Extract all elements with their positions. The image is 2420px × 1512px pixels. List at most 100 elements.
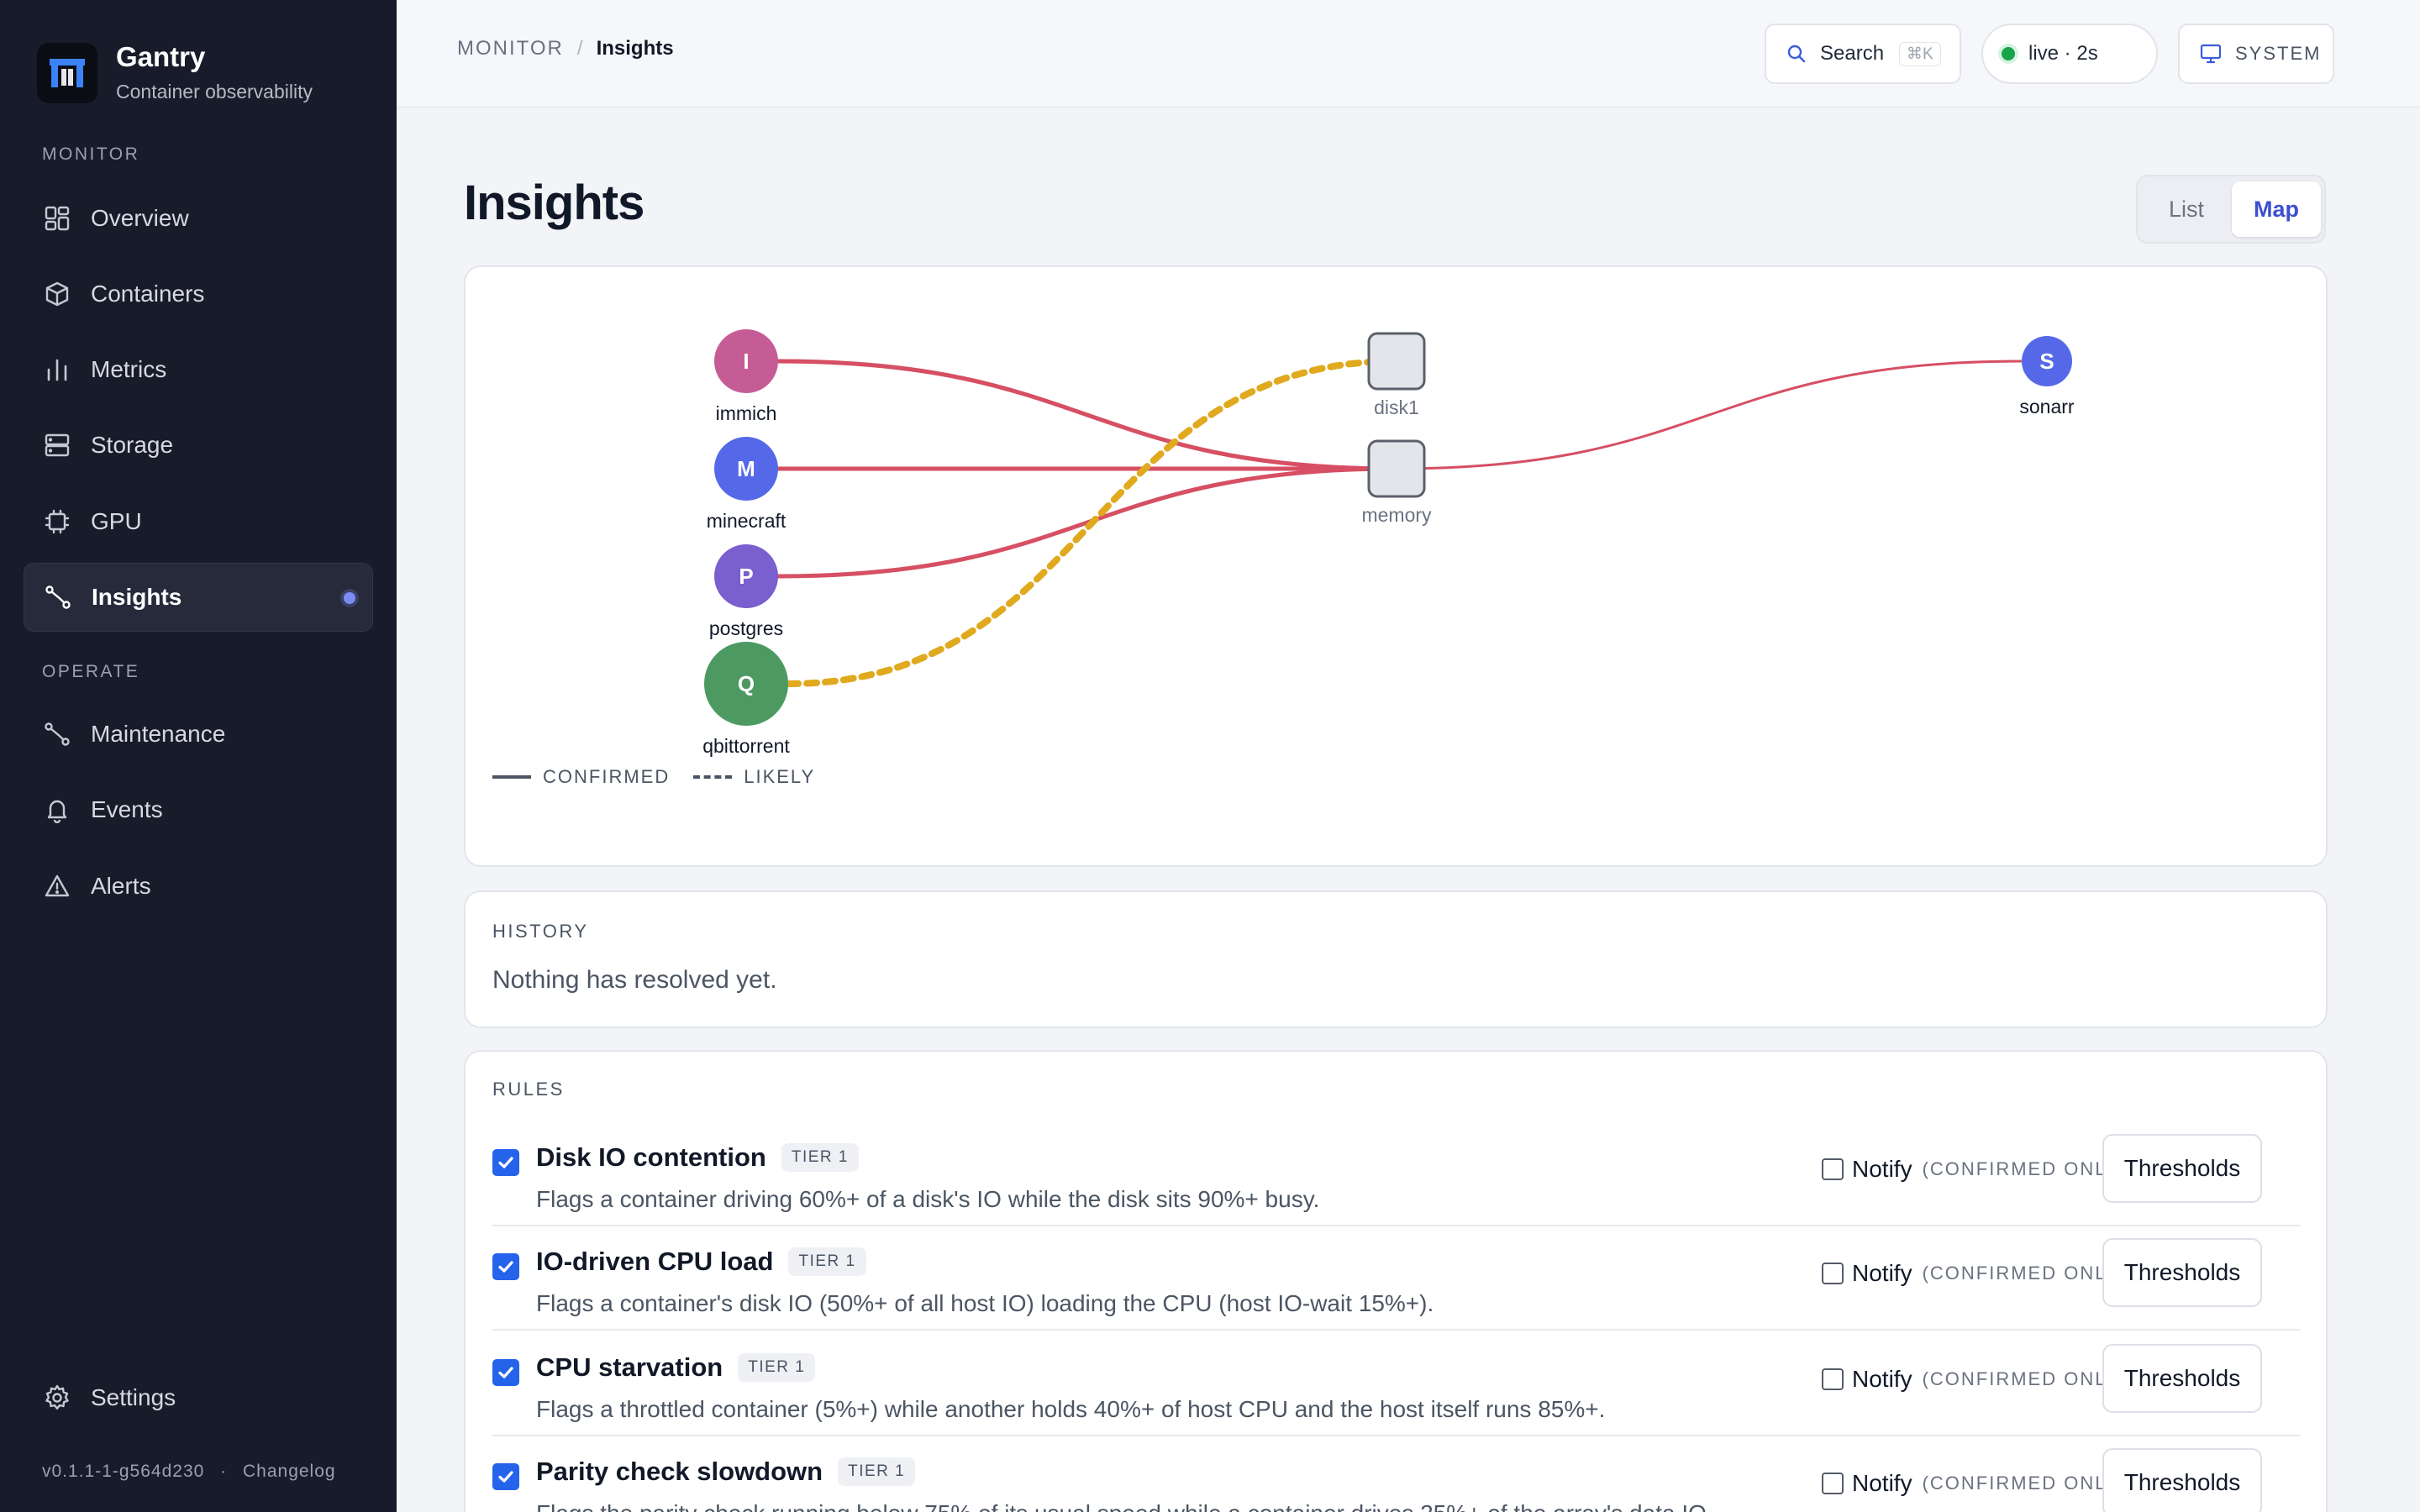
rule-row: Parity check slowdown TIER 1 Flags the p… [492,1448,2301,1512]
sidebar-item-gpu[interactable]: GPU [24,487,373,556]
rule-enabled-checkbox[interactable] [492,1253,519,1280]
notify-toggle[interactable]: Notify (CONFIRMED ONLY) [1822,1366,2128,1393]
sidebar-item-alerts[interactable]: Alerts [24,852,373,921]
notify-hint: (CONFIRMED ONLY) [1922,1473,2128,1494]
thresholds-button[interactable]: Thresholds [2102,1448,2262,1512]
history-card: HISTORY Nothing has resolved yet. [464,890,2328,1028]
tier-badge: TIER 1 [838,1457,916,1486]
sidebar-item-overview[interactable]: Overview [24,184,373,253]
gear-icon [42,1383,72,1413]
app-subtitle: Container observability [116,81,313,102]
node-label-qbittorrent: qbittorrent [702,735,790,757]
view-list-button[interactable]: List [2144,181,2228,237]
notify-toggle[interactable]: Notify (CONFIRMED ONLY) [1822,1260,2128,1287]
system-theme-label: SYSTEM [2235,43,2322,64]
footer-separator: · [220,1462,228,1481]
thresholds-button[interactable]: Thresholds [2102,1238,2262,1307]
search-icon [1786,44,1807,64]
node-initial-immich: I [743,349,749,374]
view-toggle: List Map [2136,175,2326,244]
rule-divider [492,1329,2301,1331]
section-monitor: MONITOR [42,144,140,164]
breadcrumb-root[interactable]: MONITOR [457,37,564,60]
sidebar-item-label: Settings [91,1384,176,1410]
live-status-toggle[interactable]: live · 2s [1981,24,2158,84]
app-name: Gantry [116,41,206,72]
changelog-link[interactable]: Changelog [243,1462,336,1481]
resource-node-disk1 [1367,332,1426,391]
rule-title: IO-driven CPU load TIER 1 [536,1247,866,1277]
monitor-icon [2200,44,2222,64]
rule-divider [492,1225,2301,1226]
breadcrumb-separator: / [576,37,583,60]
view-map-button[interactable]: Map [2232,181,2321,237]
rule-title: Disk IO contention TIER 1 [536,1142,859,1173]
live-status-dot [2002,47,2015,60]
box-icon [42,279,72,309]
maintenance-icon [42,719,72,749]
notify-checkbox[interactable] [1822,1158,1844,1180]
rule-enabled-checkbox[interactable] [492,1359,519,1386]
sidebar-item-events[interactable]: Events [24,775,373,844]
resource-label-disk1: disk1 [1374,396,1419,418]
notify-hint: (CONFIRMED ONLY) [1922,1263,2128,1284]
check-icon [498,1471,513,1483]
check-icon [498,1367,513,1378]
resource-label-memory: memory [1361,504,1432,526]
sidebar-item-maintenance[interactable]: Maintenance [24,700,373,769]
notify-checkbox[interactable] [1822,1473,1844,1494]
sidebar-item-label: Insights [92,584,182,610]
notify-label: Notify [1852,1260,1912,1286]
rule-description: Flags a throttled container (5%+) while … [536,1396,1606,1422]
notify-label: Notify [1852,1366,1912,1392]
rule-name: IO-driven CPU load [536,1247,774,1276]
sidebar-item-label: Events [91,796,163,822]
notify-toggle[interactable]: Notify (CONFIRMED ONLY) [1822,1470,2128,1497]
check-icon [498,1157,513,1168]
node-label-immich: immich [716,402,777,424]
sidebar-item-label: Maintenance [91,721,226,747]
sidebar-item-label: GPU [91,508,142,534]
notify-hint: (CONFIRMED ONLY) [1922,1158,2128,1179]
sidebar-item-containers[interactable]: Containers [24,260,373,328]
resource-node-memory [1367,439,1426,498]
rule-name: Parity check slowdown [536,1457,823,1486]
bar-chart-icon [42,354,72,385]
sidebar-item-storage[interactable]: Storage [24,411,373,480]
notify-checkbox[interactable] [1822,1368,1844,1390]
live-status-label: live · 2s [2028,42,2098,65]
thresholds-button[interactable]: Thresholds [2102,1134,2262,1203]
node-label-minecraft: minecraft [707,510,786,532]
sidebar-item-label: Containers [91,281,205,307]
section-operate: OPERATE [42,662,140,681]
rule-name: Disk IO contention [536,1142,766,1172]
search-button[interactable]: Search ⌘K [1765,24,1961,84]
brand[interactable]: Gantry Container observability [37,40,313,106]
rule-divider [492,1435,2301,1436]
sidebar-item-metrics[interactable]: Metrics [24,335,373,404]
sidebar-item-settings[interactable]: Settings [24,1363,373,1432]
system-theme-button[interactable]: SYSTEM [2178,24,2334,84]
rule-description: Flags a container driving 60%+ of a disk… [536,1186,1320,1212]
storage-icon [42,430,72,460]
rules-card: RULES Disk IO contention TIER 1 Flags a … [464,1050,2328,1512]
page-title: Insights [464,176,644,230]
rule-enabled-checkbox[interactable] [492,1463,519,1490]
rule-name: CPU starvation [536,1352,723,1382]
edge-immich-memory [776,359,1399,471]
notify-toggle[interactable]: Notify (CONFIRMED ONLY) [1822,1156,2128,1183]
top-bar: MONITOR / Insights Search ⌘K live · 2s S… [397,0,2420,108]
rule-description: Flags the parity check running below 75%… [536,1500,1713,1512]
notify-label: Notify [1852,1156,1912,1182]
rule-enabled-checkbox[interactable] [492,1149,519,1176]
insights-icon [43,582,73,612]
bell-icon [42,795,72,825]
notify-checkbox[interactable] [1822,1263,1844,1284]
node-initial-minecraft: M [737,456,755,481]
warning-icon [42,871,72,901]
sidebar-item-insights[interactable]: Insights [24,563,373,632]
thresholds-button[interactable]: Thresholds [2102,1344,2262,1413]
sidebar-item-label: Storage [91,432,174,458]
map-legend: CONFIRMED LIKELY [492,766,815,788]
notify-label: Notify [1852,1470,1912,1496]
